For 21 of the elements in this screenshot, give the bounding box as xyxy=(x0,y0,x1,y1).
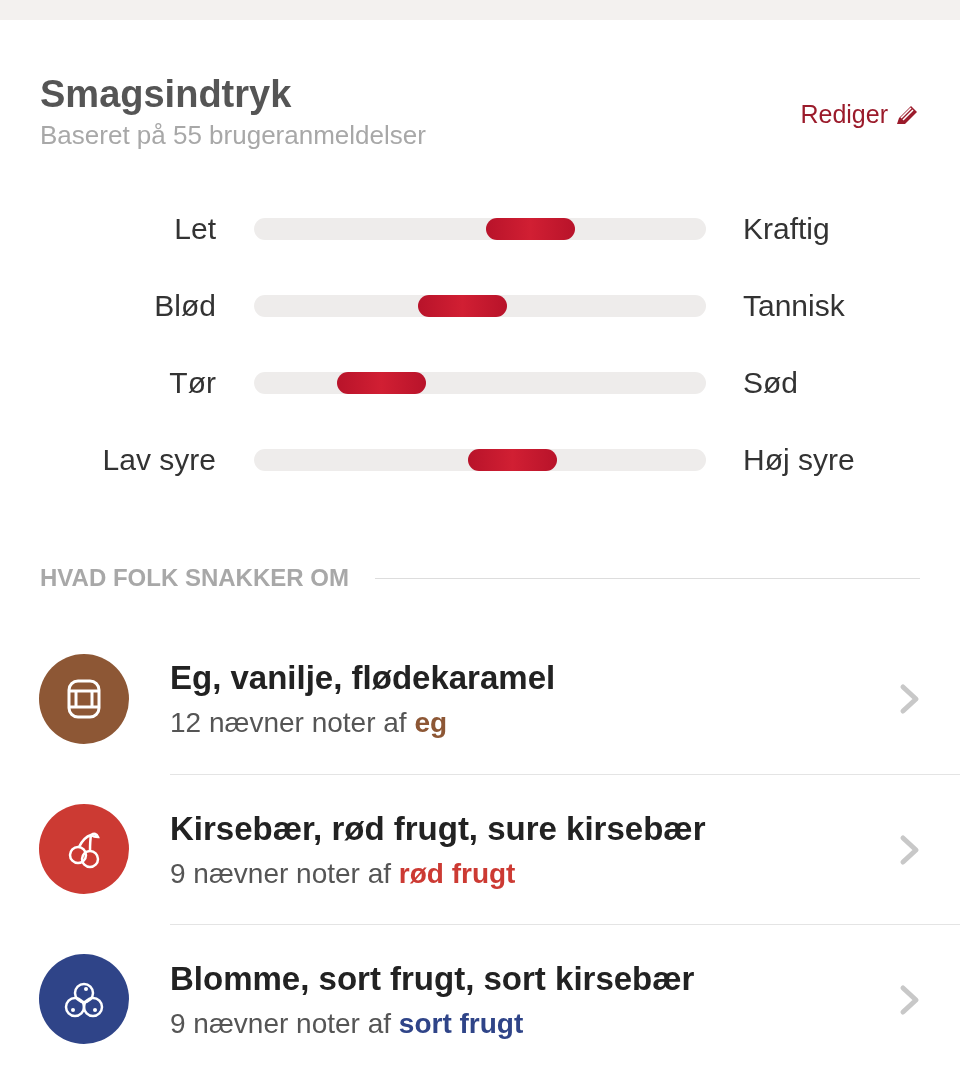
scale-label: Kraftig xyxy=(743,212,830,246)
note-title: Eg, vanilje, flødekaramel xyxy=(170,659,557,697)
scale-label: Sød xyxy=(743,366,799,400)
note-row[interactable]: Eg, vanilje, flødekaramel 12 nævner noter af eg xyxy=(170,624,960,774)
note-mentions: 9 nævner noter af sort frugt xyxy=(170,1007,525,1040)
scale-label: Lav syre xyxy=(101,443,216,477)
scale-label: Blød xyxy=(153,289,216,323)
note-title: Blomme, sort frugt, sort kirsebær xyxy=(170,959,696,998)
review-count: Baseret på 55 brugeranmeldelser xyxy=(40,120,426,151)
edit-link[interactable]: Rediger xyxy=(800,100,920,129)
note-mentions: 9 nævner noter af rød frugt xyxy=(170,857,517,890)
section-title: Smagsindtryk xyxy=(40,72,293,117)
scale-label: Tannisk xyxy=(743,289,845,323)
scale-label: Tør xyxy=(168,366,216,400)
scale-label: Let xyxy=(173,212,216,246)
section-heading: HVAD FOLK SNAKKER OM xyxy=(40,564,349,592)
note-row[interactable]: Blomme, sort frugt, sort kirsebær 9 nævner noter af sort frugt xyxy=(170,924,960,1072)
note-title: Kirsebær, rød frugt, sure kirsebær xyxy=(170,809,707,848)
scale-label: Høj syre xyxy=(743,443,855,477)
note-row[interactable]: Kirsebær, rød frugt, sure kirsebær 9 nævner noter af rød frugt xyxy=(170,774,960,924)
note-mentions: 12 nævner noter af eg xyxy=(170,707,449,739)
